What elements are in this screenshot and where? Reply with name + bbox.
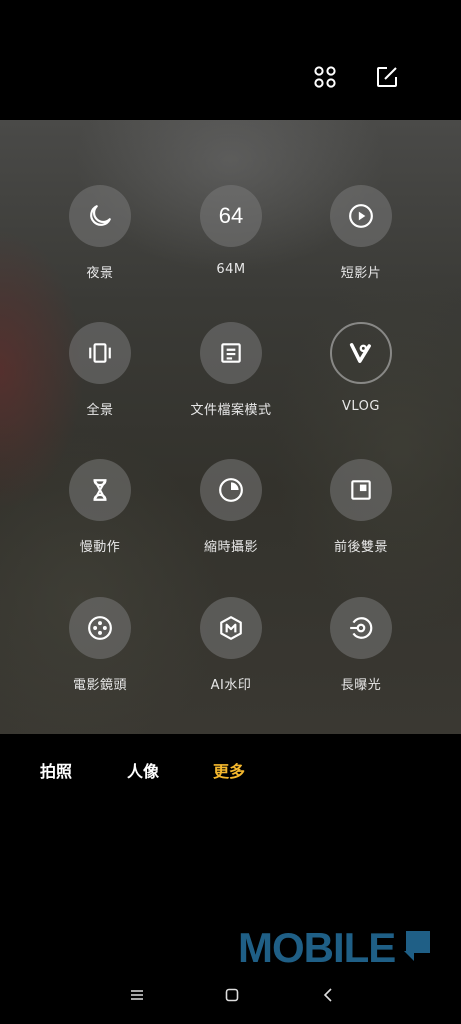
64-icon: 64 [200, 185, 262, 247]
long-exposure-icon [330, 597, 392, 659]
speech-bubble-icon [406, 931, 430, 953]
mode-dual-view[interactable]: 前後雙景 [296, 459, 426, 555]
mode-short-video[interactable]: 短影片 [296, 185, 426, 281]
camera-mode-tabs: 拍照 人像 更多 [0, 758, 461, 782]
mode-label: AI水印 [210, 678, 252, 693]
play-icon [330, 185, 392, 247]
mode-panel: 夜景 64 64M 短影片 全景 文件檔案模式 VLOG 慢動作 縮時攝影 前後… [0, 120, 461, 734]
mode-vlog[interactable]: VLOG [296, 322, 426, 414]
watermark-text: MOBILE [238, 924, 396, 971]
watermark-logo: MOBILE [238, 925, 438, 971]
document-icon [200, 322, 262, 384]
camera-more-modes-screen: 夜景 64 64M 短影片 全景 文件檔案模式 VLOG 慢動作 縮時攝影 前後… [0, 0, 461, 1024]
hourglass-icon [69, 459, 131, 521]
mode-label: 64M [216, 262, 246, 277]
speech-bubble-tail [404, 951, 414, 961]
mode-document[interactable]: 文件檔案模式 [166, 322, 296, 418]
mode-label: 長曝光 [340, 678, 382, 693]
home-icon [225, 988, 239, 1002]
mode-label: 縮時攝影 [203, 540, 258, 555]
top-bar [0, 0, 461, 120]
mode-ai-watermark[interactable]: AI水印 [166, 597, 296, 693]
grid-button[interactable] [308, 60, 342, 94]
mode-label: 慢動作 [79, 540, 121, 555]
film-reel-icon [69, 597, 131, 659]
home-button[interactable] [220, 983, 244, 1007]
edit-icon [377, 67, 397, 87]
system-nav-bar [0, 975, 461, 1015]
mode-label: VLOG [342, 399, 380, 414]
dual-view-icon [330, 459, 392, 521]
mode-panorama[interactable]: 全景 [35, 322, 165, 418]
tab-portrait[interactable]: 人像 [127, 758, 159, 782]
back-button[interactable] [317, 983, 341, 1007]
edit-button[interactable] [370, 60, 404, 94]
mode-label: 文件檔案模式 [190, 403, 272, 418]
mode-night[interactable]: 夜景 [35, 185, 165, 281]
mode-label: 電影鏡頭 [72, 678, 127, 693]
tab-photo[interactable]: 拍照 [40, 758, 72, 782]
recent-apps-button[interactable] [125, 983, 149, 1007]
64-icon-text: 64 [218, 203, 244, 228]
mode-timelapse[interactable]: 縮時攝影 [166, 459, 296, 555]
tab-more[interactable]: 更多 [213, 758, 245, 782]
moon-icon [69, 185, 131, 247]
mode-label: 前後雙景 [333, 540, 388, 555]
mode-label: 短影片 [340, 266, 382, 281]
panorama-icon [69, 322, 131, 384]
mode-label: 全景 [86, 403, 114, 418]
vlog-icon [330, 322, 392, 384]
mode-movie[interactable]: 電影鏡頭 [35, 597, 165, 693]
menu-icon [131, 990, 143, 1000]
back-icon [323, 988, 332, 1002]
mode-label: 夜景 [86, 266, 114, 281]
mode-64m[interactable]: 64 64M [166, 185, 296, 277]
mode-long-exposure[interactable]: 長曝光 [296, 597, 426, 693]
timelapse-icon [200, 459, 262, 521]
grid-icon [314, 66, 336, 88]
watermark-icon [200, 597, 262, 659]
mode-slow-motion[interactable]: 慢動作 [35, 459, 165, 555]
